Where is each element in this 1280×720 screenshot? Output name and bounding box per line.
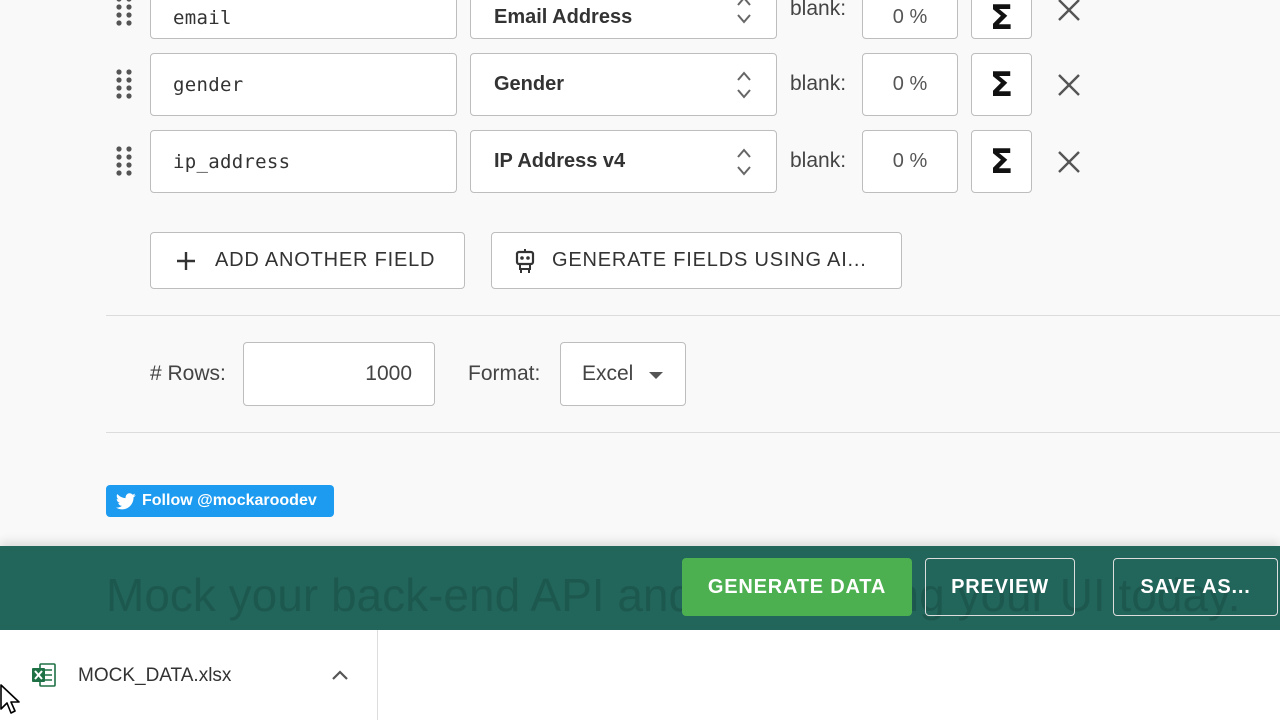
blank-percent-input[interactable]: 0 % (862, 0, 958, 39)
field-type-select[interactable]: Gender (470, 53, 777, 116)
blank-label: blank: (790, 72, 847, 95)
generate-data-button[interactable]: GENERATE DATA (682, 558, 912, 616)
preview-label: PREVIEW (951, 575, 1049, 598)
format-label: Format: (468, 362, 541, 385)
section-divider (106, 315, 1280, 316)
generate-fields-ai-button[interactable]: GENERATE FIELDS USING AI... (491, 232, 902, 289)
format-select[interactable]: Excel (560, 342, 686, 406)
formula-button[interactable]: Σ (971, 0, 1032, 39)
close-icon[interactable] (1056, 72, 1082, 98)
updown-arrows-icon (737, 0, 751, 24)
download-shelf: MOCK_DATA.xlsx (0, 630, 1280, 720)
blank-percent-value: 0 % (892, 6, 928, 28)
download-filename: MOCK_DATA.xlsx (78, 665, 232, 686)
field-type-value: Gender (494, 73, 565, 95)
format-value: Excel (582, 362, 634, 385)
section-divider (106, 432, 1280, 433)
add-another-field-label: ADD ANOTHER FIELD (215, 249, 436, 271)
drag-handle-icon[interactable] (114, 68, 134, 100)
add-another-field-button[interactable]: ADD ANOTHER FIELD (150, 232, 465, 289)
blank-percent-input[interactable]: 0 % (862, 53, 958, 116)
blank-label: blank: (790, 149, 847, 172)
caret-down-icon (649, 372, 663, 379)
preview-button[interactable]: PREVIEW (925, 558, 1075, 616)
generate-fields-ai-label: GENERATE FIELDS USING AI... (552, 249, 867, 271)
field-name-input[interactable]: gender (150, 53, 457, 116)
chevron-up-icon[interactable] (330, 668, 350, 682)
formula-button[interactable]: Σ (971, 53, 1032, 116)
plus-icon (177, 251, 195, 270)
field-name-value: gender (173, 73, 244, 96)
footer-action-bar: Mock your back-end API and start coding … (0, 546, 1280, 630)
field-type-select[interactable]: Email Address (470, 0, 777, 39)
drag-handle-icon[interactable] (114, 145, 134, 177)
drag-handle-icon[interactable] (114, 0, 134, 27)
save-as-button[interactable]: SAVE AS... (1113, 558, 1278, 616)
sigma-icon: Σ (989, 0, 1014, 38)
field-name-value: ip_address (173, 150, 291, 173)
sigma-icon: Σ (989, 141, 1014, 182)
twitter-follow-label: Follow @mockaroodev (142, 492, 317, 509)
robot-icon (515, 248, 535, 273)
generate-data-label: GENERATE DATA (707, 575, 887, 598)
blank-percent-input[interactable]: 0 % (862, 130, 958, 193)
excel-file-icon (32, 663, 56, 687)
twitter-bird-icon (116, 492, 136, 509)
blank-percent-value: 0 % (892, 150, 928, 172)
download-item[interactable]: MOCK_DATA.xlsx (0, 630, 378, 720)
formula-button[interactable]: Σ (971, 130, 1032, 193)
field-name-input[interactable]: email (150, 0, 457, 39)
field-type-select[interactable]: IP Address v4 (470, 130, 777, 193)
rows-input[interactable]: 1000 (243, 342, 435, 406)
updown-arrows-icon (737, 70, 751, 99)
close-icon[interactable] (1056, 149, 1082, 175)
rows-value: 1000 (365, 362, 412, 385)
rows-label: # Rows: (150, 362, 226, 385)
field-type-value: IP Address v4 (494, 150, 626, 172)
mouse-cursor-icon (0, 684, 20, 714)
updown-arrows-icon (737, 147, 751, 176)
field-name-input[interactable]: ip_address (150, 130, 457, 193)
field-type-value: Email Address (494, 6, 633, 28)
twitter-follow-button[interactable]: Follow @mockaroodev (106, 485, 334, 517)
save-as-label: SAVE AS... (1140, 575, 1251, 598)
close-icon[interactable] (1056, 0, 1082, 23)
field-name-value: email (173, 6, 232, 29)
sigma-icon: Σ (989, 64, 1014, 105)
blank-label: blank: (790, 0, 847, 20)
blank-percent-value: 0 % (892, 73, 928, 95)
